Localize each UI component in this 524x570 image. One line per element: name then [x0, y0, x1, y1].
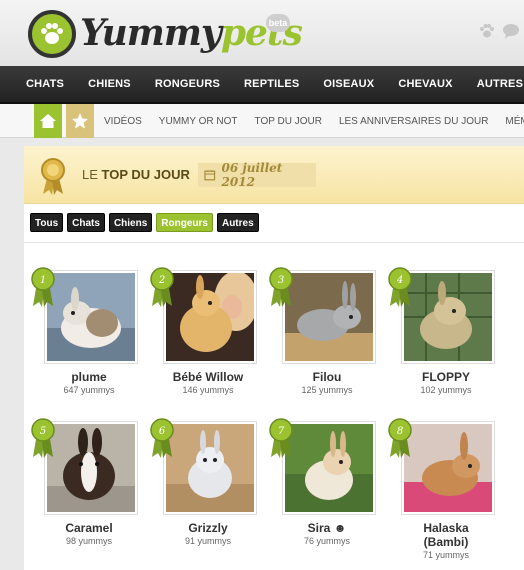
rank-ribbon-icon: 8	[388, 418, 412, 458]
rank-number: 1	[40, 275, 46, 286]
nav-oiseaux[interactable]: OISEAUX	[323, 78, 374, 90]
rank-ribbon-icon: 7	[269, 418, 293, 458]
pet-photo[interactable]	[44, 270, 138, 364]
filter-chats[interactable]: Chats	[67, 213, 105, 232]
banner-title: LE TOP DU JOUR	[82, 167, 190, 182]
pet-name[interactable]: Sira ☻	[268, 521, 386, 535]
nav-reptiles[interactable]: REPTILES	[244, 78, 299, 90]
banner-title-prefix: LE	[82, 167, 98, 182]
pet-yummys: 71 yummys	[422, 550, 469, 560]
subnav-top-du-jour[interactable]: TOP DU JOUR	[255, 116, 322, 127]
pet-photo[interactable]	[401, 270, 495, 364]
calendar-icon	[204, 170, 216, 181]
rank-number: 5	[40, 426, 46, 437]
rank-number: 4	[396, 275, 403, 286]
nav-rongeurs[interactable]: RONGEURS	[155, 78, 220, 90]
pet-photo[interactable]	[44, 421, 138, 515]
pet-photo[interactable]	[163, 270, 257, 364]
star-icon	[72, 113, 88, 129]
filter-autres[interactable]: Autres	[216, 213, 259, 232]
pet-name[interactable]: Bébé Willow	[149, 370, 267, 384]
paw-logo-icon[interactable]	[28, 10, 76, 58]
pet-yummys: 76 yummys	[303, 536, 350, 546]
rank-number: 7	[278, 426, 285, 437]
pet-yummys: 146 yummys	[182, 385, 234, 395]
banner-date: 06 juillet 2012	[221, 161, 283, 189]
nav-chats[interactable]: CHATS	[26, 78, 64, 90]
nav-chiens[interactable]: CHIENS	[88, 78, 131, 90]
rank-number: 6	[159, 426, 166, 437]
subnav-anniversaires[interactable]: LES ANNIVERSAIRES DU JOUR	[339, 116, 488, 127]
filter-chiens[interactable]: Chiens	[108, 213, 153, 232]
rank-ribbon-icon: 3	[269, 267, 293, 307]
pet-photo[interactable]	[282, 421, 376, 515]
pet-photo[interactable]	[282, 270, 376, 364]
home-button[interactable]	[34, 104, 62, 138]
pet-yummys: 102 yummys	[420, 385, 472, 395]
paw-icon[interactable]	[478, 22, 496, 40]
logo-part2: pets	[220, 12, 303, 54]
logo-part1: Yummy	[80, 12, 222, 54]
divider	[24, 242, 524, 243]
subnav-mem[interactable]: MÉM	[505, 116, 524, 127]
category-nav: CHATS CHIENS RONGEURS REPTILES OISEAUX C…	[0, 66, 524, 104]
rank-number: 8	[397, 426, 403, 437]
pet-name[interactable]: plume	[30, 370, 148, 384]
subnav-yummy-or-not[interactable]: YUMMY OR NOT	[159, 116, 238, 127]
top-banner: LE TOP DU JOUR 06 juillet 2012	[24, 146, 524, 204]
rank-number: 3	[278, 275, 284, 286]
date-box: 06 juillet 2012	[198, 161, 316, 189]
pet-photo[interactable]	[163, 421, 257, 515]
subnav-videos[interactable]: VIDÉOS	[104, 116, 142, 127]
pet-yummys: 647 yummys	[63, 385, 115, 395]
banner-title-bold: TOP DU JOUR	[101, 167, 190, 182]
rank-ribbon-icon: 2	[150, 267, 174, 307]
pet-name[interactable]: Caramel	[30, 521, 148, 535]
rank-ribbon-icon: 5	[31, 418, 55, 458]
pet-yummys: 91 yummys	[184, 536, 231, 546]
pet-name[interactable]: FLOPPY	[387, 370, 505, 384]
filter-rongeurs[interactable]: Rongeurs	[156, 213, 213, 232]
rank-ribbon-icon: 4	[388, 267, 412, 307]
top-du-jour-panel: LE TOP DU JOUR 06 juillet 2012 Tous Chat…	[24, 146, 524, 570]
sub-nav: VIDÉOS YUMMY OR NOT TOP DU JOUR LES ANNI…	[0, 104, 524, 138]
medal-icon	[41, 158, 65, 195]
pet-name[interactable]: Halaska (Bambi)	[406, 521, 486, 549]
pet-name[interactable]: Grizzly	[149, 521, 267, 535]
pet-name[interactable]: Filou	[268, 370, 386, 384]
speech-bubble-icon[interactable]	[502, 22, 520, 40]
rank-number: 2	[158, 275, 165, 286]
nav-chevaux[interactable]: CHEVAUX	[398, 78, 452, 90]
rank-ribbon-icon: 6	[150, 418, 174, 458]
favorites-button[interactable]	[66, 104, 94, 138]
beta-badge: beta	[266, 14, 290, 32]
pet-photo[interactable]	[401, 421, 495, 515]
filter-tabs: Tous Chats Chiens Rongeurs Autres	[30, 213, 259, 232]
nav-autres[interactable]: AUTRES	[477, 78, 523, 90]
rank-ribbon-icon: 1	[31, 267, 55, 307]
site-header: Yummypets beta	[0, 0, 524, 66]
pet-yummys: 125 yummys	[301, 385, 353, 395]
pet-yummys: 98 yummys	[65, 536, 112, 546]
home-icon	[40, 114, 56, 128]
filter-tous[interactable]: Tous	[30, 213, 64, 232]
